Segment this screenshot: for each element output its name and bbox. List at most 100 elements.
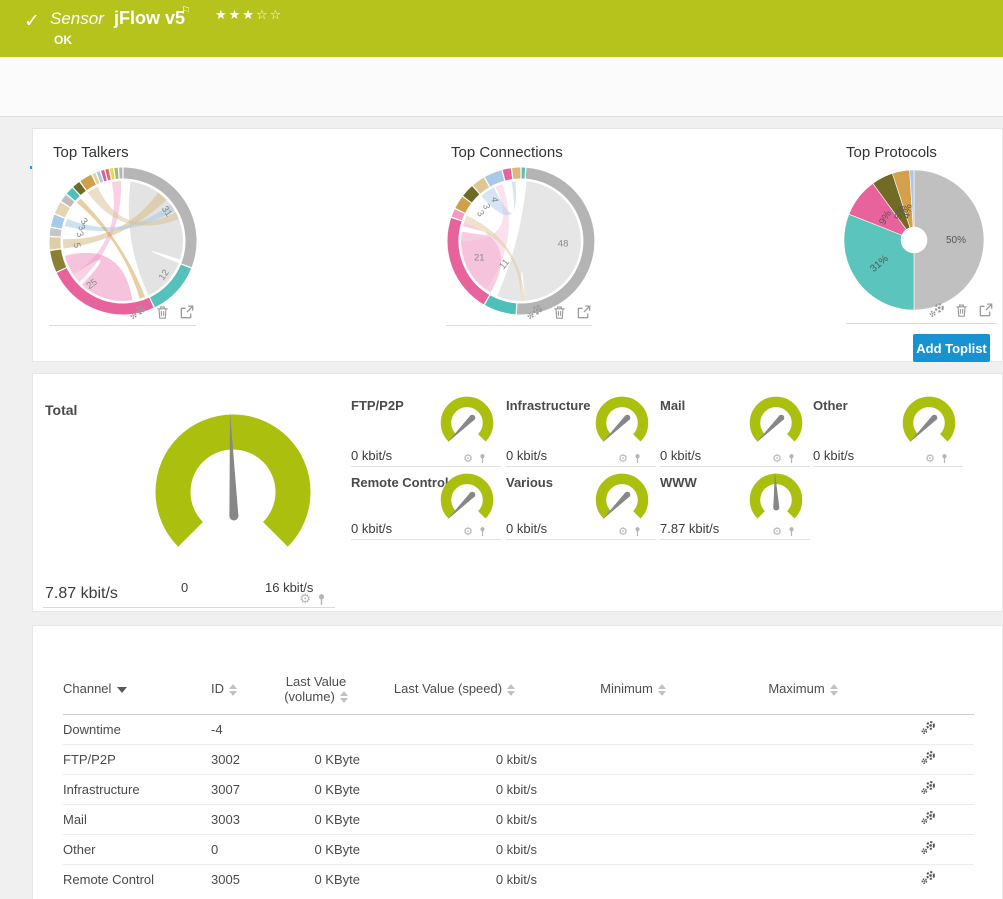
- channel-volume: 0 KByte: [266, 864, 366, 894]
- column-header-volume[interactable]: Last Value (volume): [266, 664, 366, 714]
- gears-icon[interactable]: [921, 720, 936, 735]
- channel-name: Other: [63, 834, 211, 864]
- status-check-icon: ✓: [24, 10, 40, 33]
- pin-icon[interactable]: [787, 453, 796, 464]
- channel-maximum: [723, 714, 883, 744]
- channels-panel: Channel ID Last Value (volume) Last Valu…: [32, 625, 1003, 899]
- gauge-scale-min: 0: [181, 580, 188, 595]
- pin-icon[interactable]: [787, 526, 796, 537]
- gear-icon[interactable]: ⚙: [772, 526, 782, 537]
- table-row: Mail 3003 0 KByte 0 kbit/s: [63, 804, 974, 834]
- column-header-maximum[interactable]: Maximum: [723, 664, 883, 714]
- channel-volume: 0 KByte: [266, 834, 366, 864]
- gear-icon[interactable]: ⚙: [925, 453, 935, 464]
- gauge-value: 0 kbit/s: [506, 521, 547, 536]
- toplist-title-top-connections: Top Connections: [451, 144, 563, 161]
- channel-name: Remote Control: [63, 864, 211, 894]
- gears-icon[interactable]: [921, 750, 936, 765]
- divider: [446, 325, 592, 326]
- gauge-cell-www: WWW 7.87 kbit/s ⚙: [660, 473, 810, 540]
- gears-icon[interactable]: [527, 304, 543, 320]
- gears-icon[interactable]: [921, 810, 936, 825]
- channel-id: 0: [211, 834, 266, 864]
- channels-table: Channel ID Last Value (volume) Last Valu…: [63, 664, 974, 894]
- pin-icon[interactable]: [633, 526, 642, 537]
- column-header-channel[interactable]: Channel: [63, 664, 211, 714]
- top-talkers-chord-chart[interactable]: 3112255333: [48, 166, 198, 316]
- sensor-header: ✓ Sensor jFlow v5 ⚐ ★★★☆☆ OK: [0, 0, 1003, 57]
- sort-icon: [340, 691, 348, 703]
- channel-minimum: [543, 714, 723, 744]
- external-link-icon[interactable]: [978, 303, 993, 318]
- gauge-cell-infrastructure: Infrastructure 0 kbit/s ⚙: [506, 396, 656, 467]
- external-link-icon[interactable]: [179, 305, 194, 320]
- gear-icon[interactable]: ⚙: [618, 453, 628, 464]
- prtg-sensor-page: { "header": { "check_icon": "✓", "title_…: [0, 0, 1003, 899]
- pin-icon[interactable]: [633, 453, 642, 464]
- gears-icon[interactable]: [130, 304, 146, 320]
- channel-maximum: [723, 864, 883, 894]
- divider: [846, 323, 997, 324]
- gauge-value: 0 kbit/s: [351, 521, 392, 536]
- total-gauge-block: Total 0 16 kbit/s 7.87 kbit/s ⚙: [43, 394, 335, 608]
- gauge-label: Infrastructure: [506, 398, 591, 413]
- svg-text:5: 5: [71, 242, 83, 249]
- gear-icon[interactable]: ⚙: [463, 526, 473, 537]
- gauge-value: 0 kbit/s: [506, 448, 547, 463]
- column-header-minimum[interactable]: Minimum: [543, 664, 723, 714]
- toplist-actions-top-connections: [527, 304, 591, 320]
- flag-icon: ⚐: [181, 4, 191, 17]
- gears-icon[interactable]: [921, 840, 936, 855]
- toplist-actions-top-talkers: [130, 304, 194, 320]
- gauge-label: Various: [506, 475, 553, 490]
- channel-name: FTP/P2P: [63, 744, 211, 774]
- table-row: Other 0 0 KByte 0 kbit/s: [63, 834, 974, 864]
- channel-volume: [266, 714, 366, 744]
- external-link-icon[interactable]: [576, 305, 591, 320]
- channel-maximum: [723, 804, 883, 834]
- gears-icon[interactable]: [921, 780, 936, 795]
- channel-minimum: [543, 804, 723, 834]
- top-connections-chord-chart[interactable]: 482111334: [446, 166, 596, 316]
- priority-stars[interactable]: ★★★☆☆: [215, 7, 283, 23]
- channel-minimum: [543, 774, 723, 804]
- pin-icon[interactable]: [478, 526, 487, 537]
- add-toplist-button[interactable]: Add Toplist: [913, 334, 990, 362]
- gauge-value: 7.87 kbit/s: [660, 521, 719, 536]
- trash-icon[interactable]: [552, 305, 567, 320]
- pin-icon[interactable]: [478, 453, 487, 464]
- pin-icon[interactable]: [940, 453, 949, 464]
- top-protocols-pie-chart[interactable]: 50%31%9%5%4%: [839, 165, 989, 315]
- sort-desc-icon: [117, 687, 127, 693]
- column-header-speed[interactable]: Last Value (speed): [366, 664, 543, 714]
- channel-maximum: [723, 834, 883, 864]
- mini-gauge: [435, 473, 499, 525]
- channel-name: Downtime: [63, 714, 211, 744]
- sort-icon: [658, 684, 666, 696]
- svg-text:48: 48: [558, 239, 569, 250]
- channel-speed: 0 kbit/s: [366, 804, 543, 834]
- gears-icon[interactable]: [929, 302, 945, 318]
- channel-volume: 0 KByte: [266, 804, 366, 834]
- gear-icon[interactable]: ⚙: [463, 453, 473, 464]
- gear-icon[interactable]: ⚙: [772, 453, 782, 464]
- channel-volume: 0 KByte: [266, 774, 366, 804]
- gauge-label: Mail: [660, 398, 685, 413]
- channel-maximum: [723, 744, 883, 774]
- tab-bar: Overview Live Data 2 days 30 days 365 da…: [0, 57, 1003, 117]
- mini-gauge: [897, 396, 961, 448]
- mini-gauge: [435, 396, 499, 448]
- gauge-cell-various: Various 0 kbit/s ⚙: [506, 473, 656, 540]
- trash-icon[interactable]: [155, 305, 170, 320]
- gauge-label: Other: [813, 398, 848, 413]
- gear-icon[interactable]: ⚙: [299, 593, 311, 606]
- gears-icon[interactable]: [921, 870, 936, 885]
- divider: [49, 325, 196, 326]
- trash-icon[interactable]: [954, 303, 969, 318]
- gear-icon[interactable]: ⚙: [618, 526, 628, 537]
- svg-text:3: 3: [474, 209, 486, 219]
- channel-name: Mail: [63, 804, 211, 834]
- pin-icon[interactable]: [316, 593, 327, 606]
- gauge-label: Total: [45, 402, 77, 418]
- column-header-id[interactable]: ID: [211, 664, 266, 714]
